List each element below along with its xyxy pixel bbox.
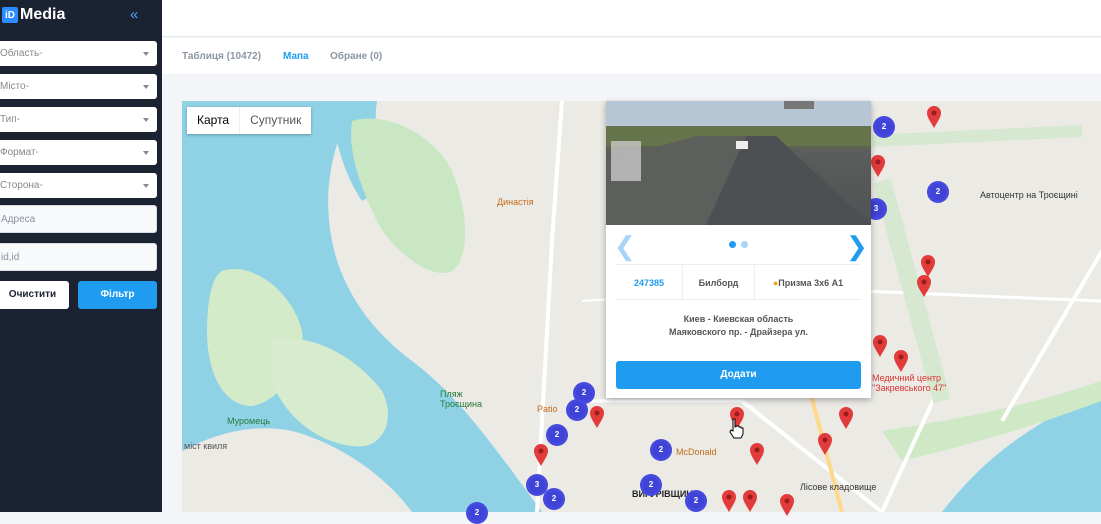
id-input[interactable]: id,id <box>0 243 157 271</box>
carousel-dot-active[interactable] <box>729 241 736 248</box>
popup-address-line1: Киев - Киевская область <box>683 314 794 324</box>
map-label-bridge: міст квиля <box>184 441 228 451</box>
format-select[interactable]: Формат- <box>0 140 157 165</box>
popup-address: Киев - Киевская область Маяковского пр. … <box>606 313 871 339</box>
map-pin-icon[interactable] <box>817 433 833 455</box>
map-label-cemetery: Лісове кладовище <box>800 482 877 492</box>
address-input[interactable]: Адреса <box>0 205 157 233</box>
popup-id[interactable]: 247385 <box>616 264 682 300</box>
cluster-marker[interactable]: 2 <box>685 490 707 512</box>
city-select[interactable]: Місто- <box>0 74 157 99</box>
map-pin-icon[interactable] <box>872 335 888 357</box>
map-label-beach: Пляж Троєщина <box>440 389 483 409</box>
view-tabs: Таблиця (10472) Мапа Обране (0) <box>162 38 1101 74</box>
filter-button[interactable]: Фільтр <box>78 281 157 309</box>
tab-favorites[interactable]: Обране (0) <box>330 51 382 62</box>
map-pin-icon[interactable] <box>870 155 886 177</box>
cluster-marker[interactable]: 2 <box>927 181 949 203</box>
map-label-muromets: Муромець <box>227 416 271 426</box>
cluster-marker[interactable]: 2 <box>650 439 672 461</box>
chevron-down-icon <box>143 85 149 89</box>
chevron-down-icon <box>143 52 149 56</box>
popup-address-line2: Маяковского пр. - Драйзера ул. <box>669 327 808 337</box>
map-pin-icon[interactable] <box>721 490 737 512</box>
map-pin-icon[interactable] <box>916 275 932 297</box>
map-label-patio: Patio <box>537 404 558 414</box>
chevron-right-icon[interactable]: ❯ <box>846 231 868 262</box>
map-label-dynasty: Династія <box>497 197 534 207</box>
map-pin-icon[interactable] <box>893 350 909 372</box>
region-select[interactable]: Область- <box>0 41 157 66</box>
map-label-mcdonalds: McDonald <box>676 447 717 457</box>
side-select[interactable]: Сторона- <box>0 173 157 198</box>
chevron-down-icon <box>143 118 149 122</box>
photo-scene <box>606 101 871 225</box>
map-pin-icon[interactable] <box>742 490 758 512</box>
add-button[interactable]: Додати <box>616 361 861 389</box>
format-select-label: Формат- <box>0 147 39 158</box>
type-select[interactable]: Тип- <box>0 107 157 132</box>
map-pin-icon[interactable] <box>920 255 936 277</box>
side-select-label: Сторона- <box>0 180 43 191</box>
top-bar <box>162 0 1101 37</box>
region-select-label: Область- <box>0 48 43 59</box>
logo-mark: iD <box>2 7 18 23</box>
map-pin-icon[interactable] <box>749 443 765 465</box>
cluster-marker[interactable]: 2 <box>466 502 488 524</box>
type-select-label: Тип- <box>0 114 20 125</box>
carousel-dot[interactable] <box>741 241 748 248</box>
chevron-down-icon <box>143 151 149 155</box>
cluster-marker[interactable]: 2 <box>543 488 565 510</box>
map-label-medical: Медичний центр "Закревського 47" <box>872 373 947 393</box>
popup-type: Билборд <box>682 264 754 300</box>
map-label-autocenter: Автоцентр на Троєщині <box>980 190 1078 200</box>
chevron-down-icon <box>143 184 149 188</box>
cluster-marker[interactable]: 2 <box>566 399 588 421</box>
map-pin-icon[interactable] <box>589 406 605 428</box>
city-select-label: Місто- <box>0 81 29 92</box>
billboard-photo <box>606 101 871 225</box>
map-pin-icon[interactable] <box>779 494 795 516</box>
location-popup: ❮ ❯ 247385 Билборд ●Призма 3х6 А1 Киев -… <box>606 101 871 398</box>
cluster-marker[interactable]: 2 <box>873 116 895 138</box>
logo[interactable]: iD Media <box>2 6 65 24</box>
popup-format-label: Призма 3х6 А1 <box>778 278 844 288</box>
cluster-marker[interactable]: 2 <box>640 474 662 496</box>
clear-button[interactable]: Очистити <box>0 281 69 309</box>
sidebar: iD Media « Область- Місто- Тип- Формат- … <box>0 0 162 512</box>
tab-map[interactable]: Мапа <box>283 51 309 62</box>
map-pin-icon[interactable] <box>926 106 942 128</box>
cluster-marker[interactable]: 2 <box>546 424 568 446</box>
map-pin-icon[interactable] <box>533 444 549 466</box>
collapse-icon[interactable]: « <box>130 6 138 23</box>
hand-cursor-icon <box>729 418 744 439</box>
chevron-left-icon[interactable]: ❮ <box>614 231 636 262</box>
map-type-map-button[interactable]: Карта <box>187 107 239 134</box>
map-pin-icon[interactable] <box>838 407 854 429</box>
popup-format: ●Призма 3х6 А1 <box>754 264 861 300</box>
map-type-satellite-button[interactable]: Супутник <box>239 107 311 134</box>
logo-text: Media <box>20 6 66 23</box>
tab-table[interactable]: Таблиця (10472) <box>182 51 261 62</box>
map-type-control: Карта Супутник <box>187 107 312 134</box>
